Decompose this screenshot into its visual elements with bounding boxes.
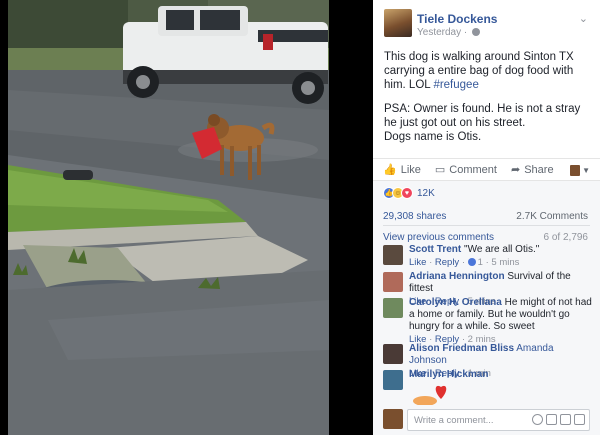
chevron-down-icon[interactable]: ⌄ bbox=[579, 12, 588, 25]
divider bbox=[383, 225, 590, 226]
globe-icon bbox=[472, 28, 480, 36]
commenter-name[interactable]: Alison Friedman Bliss bbox=[409, 343, 514, 354]
commenter-name[interactable]: Adriana Hennington bbox=[409, 271, 505, 282]
like-badge-icon bbox=[467, 258, 476, 266]
comment-reply-link[interactable]: Reply bbox=[435, 257, 459, 268]
comment-button[interactable]: ▭ Comment bbox=[434, 163, 497, 177]
photo-viewer bbox=[0, 0, 373, 435]
love-reaction-icon: ♥ bbox=[401, 187, 413, 199]
comment-like-link[interactable]: Like bbox=[409, 257, 426, 268]
comments-count-link[interactable]: 2.7K Comments bbox=[516, 211, 588, 222]
view-previous-comments-link[interactable]: View previous comments bbox=[383, 232, 494, 243]
viewer-avatar bbox=[383, 409, 403, 429]
shares-link[interactable]: 29,308 shares bbox=[383, 211, 446, 222]
comment-icon: ▭ bbox=[434, 164, 446, 176]
comment-position: 6 of 2,796 bbox=[543, 232, 588, 243]
profile-mini-avatar bbox=[570, 164, 581, 176]
share-arrow-icon: ➦ bbox=[510, 164, 521, 176]
comment-item: Carolyn H. Orellana He might of not had … bbox=[383, 297, 593, 345]
commenter-avatar[interactable] bbox=[383, 298, 403, 318]
post-header: Tiele Dockens Yesterday · ⌄ bbox=[373, 0, 600, 44]
reaction-count[interactable]: 12K bbox=[417, 188, 435, 199]
hashtag-link[interactable]: #refugee bbox=[433, 79, 478, 91]
reaction-summary[interactable]: 👍 ☺ ♥ 12K bbox=[383, 187, 435, 199]
commenter-name[interactable]: Carolyn H. Orellana bbox=[409, 297, 502, 308]
commenter-name[interactable]: Scott Trent bbox=[409, 244, 461, 255]
comment-composer: Write a comment... bbox=[373, 405, 600, 435]
dog-photo-illustration bbox=[8, 0, 329, 435]
sticker-icon[interactable] bbox=[574, 414, 585, 425]
share-button[interactable]: ➦ Share bbox=[510, 163, 554, 177]
post-photo[interactable] bbox=[8, 0, 329, 435]
comment-input[interactable]: Write a comment... bbox=[407, 409, 590, 431]
reaction-profile-selector[interactable]: ▼ bbox=[570, 163, 590, 177]
commenter-name[interactable]: Marilyn Hickman bbox=[409, 369, 488, 380]
caret-down-icon: ▼ bbox=[582, 165, 590, 175]
camera-icon[interactable] bbox=[546, 414, 557, 425]
sticker-heart-image bbox=[413, 385, 447, 405]
like-button[interactable]: 👍 Like bbox=[383, 163, 421, 177]
post-actions-bar: 👍 Like ▭ Comment ➦ Share ▼ bbox=[373, 158, 600, 180]
gif-icon[interactable] bbox=[560, 414, 571, 425]
commenter-avatar[interactable] bbox=[383, 272, 403, 292]
commenter-avatar[interactable] bbox=[383, 245, 403, 265]
thumbs-up-icon: 👍 bbox=[383, 164, 397, 176]
author-avatar[interactable] bbox=[384, 9, 412, 37]
comment-item: Marilyn Hickman bbox=[383, 369, 593, 390]
post-timestamp[interactable]: Yesterday · bbox=[417, 27, 480, 38]
emoji-icon[interactable] bbox=[532, 414, 543, 425]
commenter-avatar[interactable] bbox=[383, 344, 403, 364]
author-name[interactable]: Tiele Dockens bbox=[417, 12, 497, 26]
commenter-avatar[interactable] bbox=[383, 370, 403, 390]
post-text: This dog is walking around Sinton TX car… bbox=[384, 51, 581, 143]
post-panel: Tiele Dockens Yesterday · ⌄ This dog is … bbox=[373, 0, 600, 435]
comment-item: Scott Trent "We are all Otis." Like · Re… bbox=[383, 244, 593, 268]
